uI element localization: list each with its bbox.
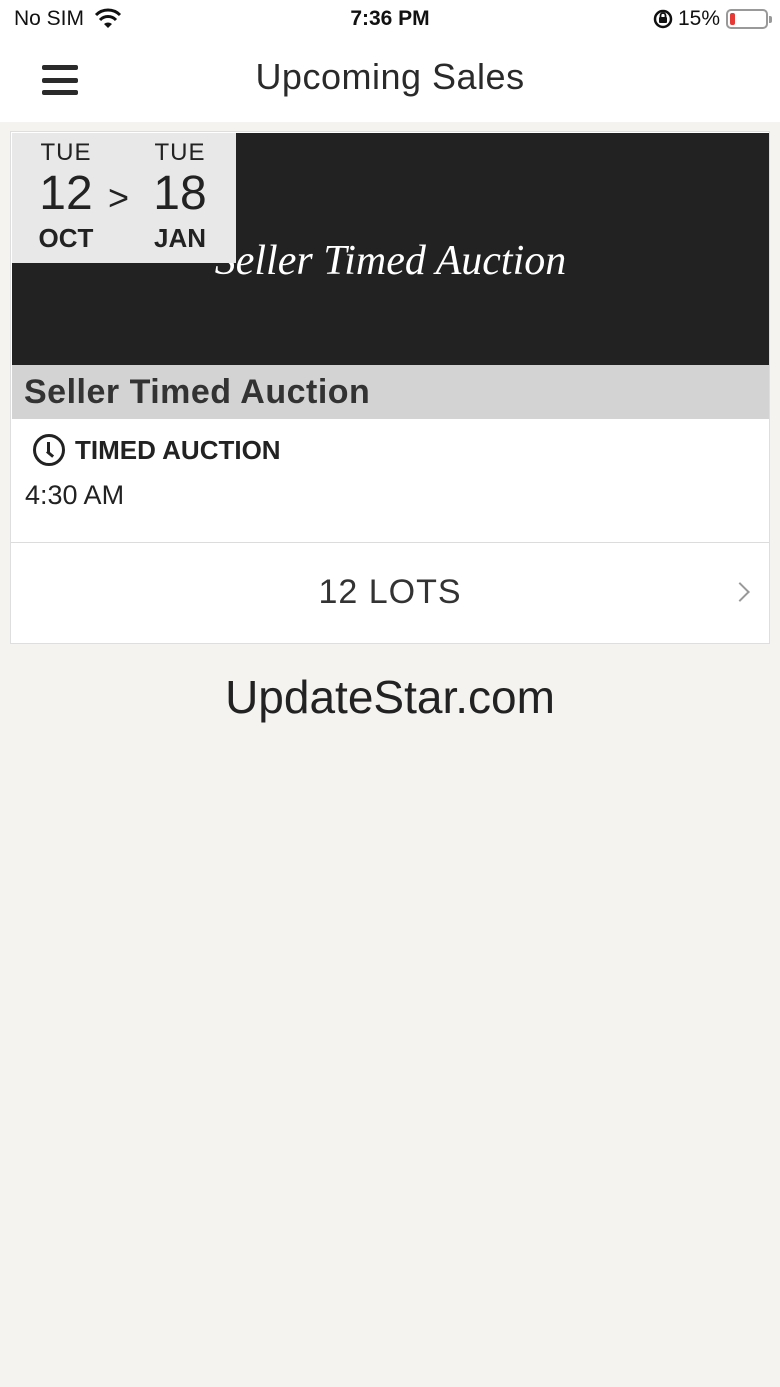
battery-percent: 15% (677, 7, 720, 30)
watermark: UpdateStar.com (225, 671, 555, 723)
date-range-box: TUE 12 OCT > TUE 18 JAN (12, 133, 236, 263)
start-dow: TUE (40, 139, 92, 166)
sale-title-bar: Seller Timed Auction (12, 365, 769, 419)
end-month: JAN (153, 223, 206, 253)
clock-icon (33, 434, 65, 466)
end-day: 18 (153, 167, 207, 220)
status-bar: No SIM 7:36 PM 15% (0, 0, 780, 40)
date-separator: > (108, 177, 130, 218)
sale-type: TIMED AUCTION (33, 434, 281, 466)
start-date: TUE 12 OCT (16, 139, 116, 254)
end-dow: TUE (154, 139, 206, 166)
page-title: Upcoming Sales (255, 56, 525, 97)
orientation-lock-icon (653, 9, 673, 29)
start-day: 12 (39, 167, 93, 220)
sale-title: Seller Timed Auction (24, 373, 371, 411)
sale-banner[interactable]: Seller Timed Auction TUE 12 OCT > TUE 18… (12, 133, 769, 365)
lots-label: 12 LOTS (318, 573, 462, 611)
nav-bar: Upcoming Sales (0, 40, 780, 122)
battery-icon (726, 9, 772, 29)
end-date: TUE 18 JAN (130, 139, 230, 254)
lots-button[interactable]: 12 LOTS (11, 543, 769, 643)
battery-fill (730, 13, 735, 25)
status-right: 15% (652, 7, 772, 31)
sale-time: 4:30 AM (25, 480, 125, 510)
sale-card[interactable]: Seller Timed Auction TUE 12 OCT > TUE 18… (10, 131, 770, 644)
start-month: OCT (38, 223, 94, 253)
sale-type-label: TIMED AUCTION (75, 434, 281, 465)
